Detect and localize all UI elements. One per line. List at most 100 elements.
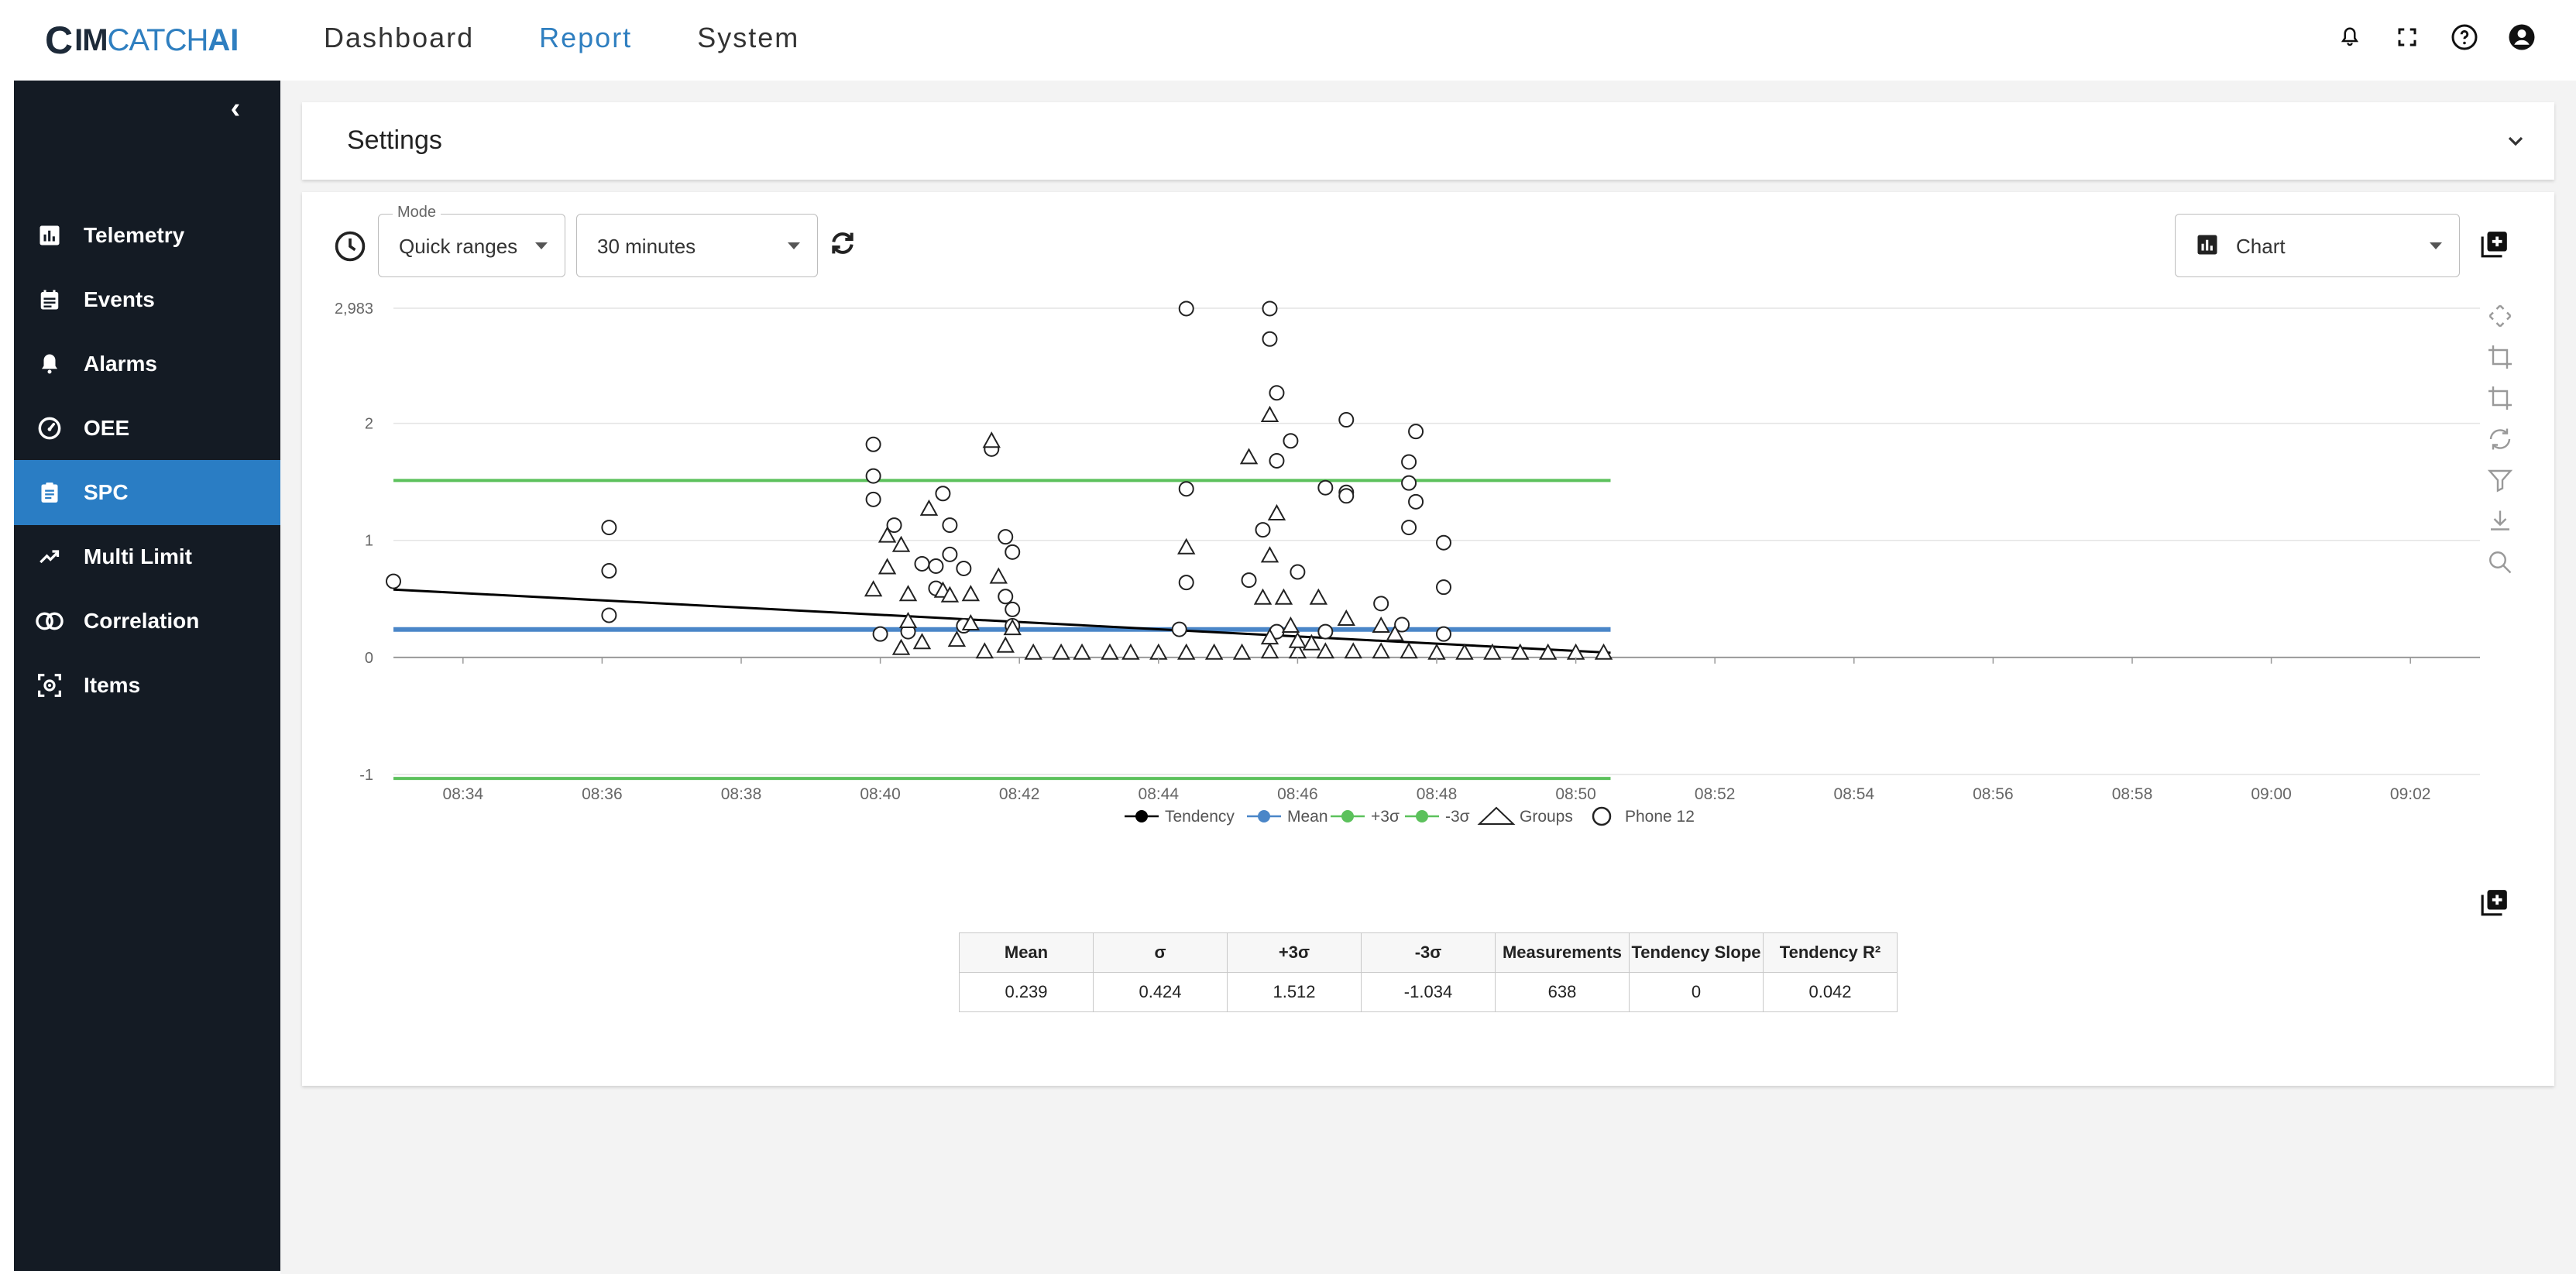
nav-report[interactable]: Report [539,22,632,54]
groups-point [1344,642,1362,659]
phone-12-point [956,560,972,576]
stats-value-cell: -1.034 [1361,972,1496,1012]
groups-point [1260,546,1279,563]
sidebar-item-oee[interactable]: OEE [14,396,280,461]
sidebar-item-items[interactable]: Items [14,653,280,718]
phone-12-point [1269,452,1285,469]
bell-icon[interactable] [2334,22,2365,53]
stats-header-cell: -3σ [1361,932,1496,973]
groups-point [1052,643,1070,660]
logo[interactable]: C IM CATCH AI [45,19,239,62]
stats-value-cell: 0 [1629,972,1764,1012]
groups-point [1274,588,1293,605]
phone-12-point [1435,534,1451,551]
groups-point [1281,616,1300,634]
groups-point [1455,643,1474,660]
stats-header-cell: Tendency R² [1763,932,1898,973]
spc-chart-card: Mode Quick ranges 30 minutes Chart 2,983… [302,192,2554,1086]
phone-12-point [998,589,1014,605]
groups-point [891,535,911,552]
sidebar-item-label: SPC [84,480,129,504]
phone-12-point [1408,424,1424,440]
chevron-down-icon[interactable] [2503,129,2528,153]
groups-point [1260,405,1279,422]
logo-text-ai: AI [208,22,239,57]
phone-12-point [886,517,902,534]
stats-header-row: Mean σ +3σ -3σ Measurements Tendency Slo… [959,932,1898,973]
gauge-icon [34,413,65,444]
stats-value-cell: 0.424 [1093,972,1228,1012]
phone-12-point [1317,623,1334,640]
fullscreen-icon[interactable] [2392,22,2423,53]
phone-12-point [935,486,951,502]
y-tick-label: 2 [365,416,373,433]
phone-12-point [865,491,881,507]
stats-value-cell: 638 [1495,972,1630,1012]
groups-point [975,642,994,659]
phone-12-point [872,626,888,642]
phone-12-point [928,558,944,574]
groups-point [1204,643,1224,660]
stats-value-cell: 1.512 [1227,972,1362,1012]
phone-12-point [1435,626,1451,642]
x-tick-label: 08:58 [2112,785,2153,803]
logo-text-catch: CATCH [107,22,209,57]
collapse-sidebar-button[interactable]: ‹ [220,93,251,124]
stats-value-row: 0.239 0.424 1.512 -1.034 638 0 0.042 [959,972,1898,1012]
account-icon[interactable] [2506,22,2537,53]
phone-12-point [1178,300,1194,317]
legend-groups-swatch [1477,806,1516,825]
groups-point [1538,643,1558,660]
x-tick-label: 08:54 [1834,785,1875,803]
phone-12-point [1005,544,1021,560]
top-bar: C IM CATCH AI Dashboard Report System [0,0,2576,77]
nav-system[interactable]: System [697,22,799,54]
groups-point [864,580,883,597]
sidebar-item-events[interactable]: Events [14,267,280,332]
sidebar-item-telemetry[interactable]: Telemetry [14,203,280,268]
stats-header-cell: +3σ [1227,932,1362,973]
settings-panel[interactable]: Settings [302,102,2554,180]
phone-12-point [1338,488,1355,504]
legend-plus-3-sigma-marker [1341,810,1354,822]
legend-mean-marker [1258,810,1270,822]
spc-scatter-chart: 2,983 2 1 0 -1 08:34 08:36 08:38 08:40 08:42 08:44… [335,300,2480,826]
groups-point [1400,642,1418,659]
legend-tendency-label: Tendency [1165,808,1235,826]
legend-groups-label: Groups [1520,808,1573,826]
groups-point [1121,643,1140,660]
sidebar-item-spc[interactable]: SPC [14,460,280,525]
legend-minus-3-sigma-marker [1416,810,1428,822]
groups-point [961,585,981,602]
groups-point [878,558,897,575]
nav-dashboard[interactable]: Dashboard [324,22,474,54]
settings-title: Settings [347,125,442,155]
phone-12-point [1178,481,1194,497]
help-icon[interactable] [2449,22,2480,53]
phone-12-point [1401,475,1417,491]
groups-point [1177,643,1196,660]
sidebar-item-alarms[interactable]: Alarms [14,331,280,397]
stats-table: Mean σ +3σ -3σ Measurements Tendency Slo… [959,932,1898,1012]
phone-12-point [1435,579,1451,596]
sidebar-item-correlation[interactable]: Correlation [14,589,280,654]
y-tick-label: 1 [365,533,373,550]
groups-point [1372,642,1390,659]
groups-point [919,499,939,516]
phone-12-point [942,517,958,534]
x-tick-label: 08:50 [1555,785,1596,803]
phone-12-point [865,436,881,452]
groups-point [1253,588,1273,605]
x-tick-label: 08:38 [721,785,762,803]
scan-icon [34,670,65,701]
phone-12-point [601,607,617,623]
groups-point [1309,588,1328,605]
groups-point [1239,448,1259,465]
sidebar-item-multi-limit[interactable]: Multi Limit [14,524,280,589]
y-tick-label: 2,983 [335,300,373,318]
x-tick-label: 09:02 [2390,785,2431,803]
phone-12-point [1255,522,1271,538]
phone-12-point [1317,479,1334,496]
add-table-icon[interactable] [2480,888,2511,919]
phone-12-point [601,563,617,579]
